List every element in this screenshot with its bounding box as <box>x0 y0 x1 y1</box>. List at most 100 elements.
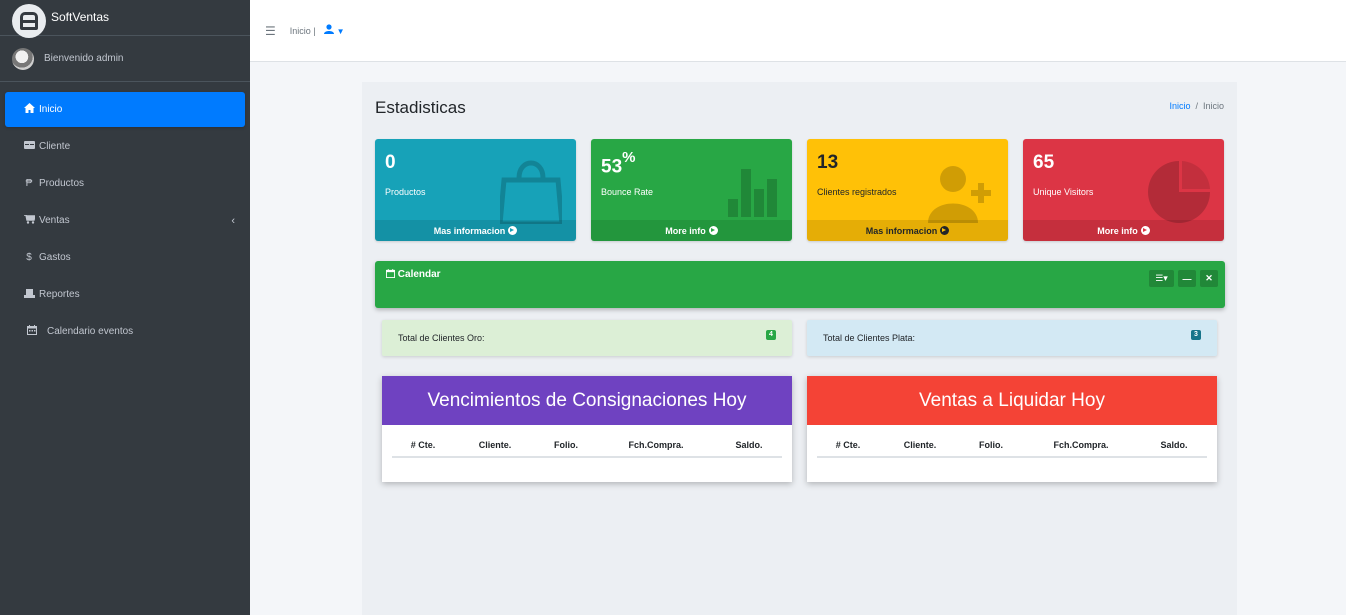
vencimientos-title: Vencimientos de Consignaciones Hoy <box>382 376 792 425</box>
stat-label: Bounce Rate <box>601 187 654 197</box>
close-icon: ✕ <box>1205 273 1213 283</box>
column-header: Cliente. <box>478 440 512 450</box>
top-navbar: ☰ Inicio | ▼ <box>250 0 1346 62</box>
column-header: Saldo. <box>1160 440 1188 450</box>
card-tools: ☰▾ — ✕ <box>1149 270 1218 287</box>
stat-value: 0 <box>385 152 396 173</box>
cart-icon <box>22 213 36 227</box>
clientes-plata-card: Total de Clientes Plata: 3 <box>807 320 1217 356</box>
column-header: Folio. <box>979 440 1003 450</box>
more-info-label: Mas informacion <box>433 225 506 236</box>
stat-label: Unique Visitors <box>1033 187 1094 197</box>
brand-logo-icon <box>12 3 46 38</box>
stat-value: 65 <box>1033 152 1055 173</box>
caret-down-icon: ▼ <box>336 27 345 36</box>
clientes-oro-label: Total de Clientes Oro: <box>398 333 485 343</box>
column-header: Saldo. <box>735 440 763 450</box>
bars-icon: ☰▾ <box>1155 273 1168 283</box>
id-card-icon <box>22 141 36 152</box>
sidebar-item-ventas[interactable]: Ventas ‹ <box>5 203 245 238</box>
brand-link[interactable]: SoftVentas <box>0 0 250 38</box>
more-info-link[interactable]: More info <box>1023 220 1224 241</box>
arrow-circle-right-icon <box>1140 226 1150 235</box>
stat-box-bounce-rate: 53% Bounce Rate More info <box>591 139 792 241</box>
more-info-label: More info <box>665 225 706 236</box>
sidebar-item-label: Reportes <box>39 289 80 300</box>
sidebar-item-label: Cliente <box>39 141 71 152</box>
dollar-icon: $ <box>26 252 32 263</box>
stat-box-visitors: 65 Unique Visitors More info <box>1023 139 1224 241</box>
sidebar-item-label: Inicio <box>39 104 63 115</box>
column-header: # Cte. <box>835 440 861 450</box>
brand-name: SoftVentas <box>51 9 110 24</box>
sidebar-item-reportes[interactable]: Reportes <box>5 277 245 312</box>
column-header: # Cte. <box>410 440 436 450</box>
chevron-left-icon[interactable]: ‹ <box>231 215 235 227</box>
calendar-card: Calendar ☰▾ — ✕ <box>375 261 1225 308</box>
calendar-title-text: Calendar <box>397 269 441 280</box>
collapse-button[interactable]: — <box>1178 270 1196 287</box>
sidebar-item-calendario[interactable]: Calendario eventos <box>5 314 245 349</box>
more-info-label: Mas informacion <box>865 225 938 236</box>
vencimientos-card: Vencimientos de Consignaciones Hoy # Cte… <box>382 376 792 482</box>
calendar-icon <box>25 325 39 338</box>
sidebar-item-label: Productos <box>39 178 85 189</box>
home-link[interactable]: Inicio | <box>290 26 316 36</box>
stat-number: 53 <box>601 156 623 178</box>
stat-value: 53% <box>601 149 636 178</box>
user-plus-icon <box>928 166 991 223</box>
column-header: Fch.Compra. <box>628 440 684 450</box>
calendar-icon <box>386 269 395 278</box>
menu-toggle-icon[interactable]: ☰ <box>265 24 276 38</box>
stat-box-productos: 0 Productos Mas informacion <box>375 139 576 241</box>
calendar-menu-button[interactable]: ☰▾ <box>1149 270 1174 287</box>
breadcrumb: Inicio / Inicio <box>1169 101 1224 111</box>
table-header: # Cte. Cliente. Folio. Fch.Compra. Saldo… <box>392 440 782 458</box>
user-icon <box>323 24 334 34</box>
table-header: # Cte. Cliente. Folio. Fch.Compra. Saldo… <box>817 440 1207 458</box>
column-header: Folio. <box>554 440 578 450</box>
arrow-circle-right-icon <box>508 226 518 235</box>
clientes-oro-card: Total de Clientes Oro: 4 <box>382 320 792 356</box>
remove-button[interactable]: ✕ <box>1200 270 1218 287</box>
user-panel[interactable]: Bienvenido admin <box>0 36 250 82</box>
shopping-bag-icon <box>500 160 562 224</box>
stat-box-clientes: 13 Clientes registrados Mas informacion <box>807 139 1008 241</box>
sidebar-nav: Inicio Cliente ₱ Productos Ventas ‹ $ Ga… <box>0 92 250 349</box>
page-title: Estadisticas <box>375 98 466 117</box>
breadcrumb-link[interactable]: Inicio <box>1169 101 1190 111</box>
sidebar-item-cliente[interactable]: Cliente <box>5 129 245 164</box>
sidebar-item-label: Calendario eventos <box>47 326 134 337</box>
stat-suffix: % <box>622 149 636 166</box>
sidebar-item-label: Gastos <box>39 252 71 263</box>
bar-chart-icon <box>728 169 777 217</box>
main-content: Estadisticas Inicio / Inicio 0 Productos M… <box>362 82 1237 615</box>
more-info-label: More info <box>1097 225 1138 236</box>
breadcrumb-separator: / <box>1195 101 1198 111</box>
more-info-link[interactable]: Mas informacion <box>807 220 1008 241</box>
peso-icon: ₱ <box>25 178 33 189</box>
sidebar: SoftVentas Bienvenido admin Inicio Clien… <box>0 0 250 615</box>
clientes-plata-label: Total de Clientes Plata: <box>823 333 916 343</box>
sidebar-item-gastos[interactable]: $ Gastos <box>5 240 245 275</box>
clientes-plata-badge: 3 <box>1191 330 1201 340</box>
pie-chart-icon <box>1148 161 1210 223</box>
user-dropdown[interactable]: ▼ <box>323 24 345 37</box>
avatar <box>12 47 34 70</box>
more-info-link[interactable]: More info <box>591 220 792 241</box>
ventas-title: Ventas a Liquidar Hoy <box>807 376 1217 425</box>
calendar-title: Calendar <box>386 269 441 280</box>
column-header: Cliente. <box>903 440 937 450</box>
stat-label: Productos <box>385 187 426 197</box>
sidebar-item-inicio[interactable]: Inicio <box>5 92 245 127</box>
sidebar-item-label: Ventas <box>39 215 70 226</box>
welcome-text: Bienvenido admin <box>44 53 124 64</box>
home-icon <box>22 103 36 116</box>
ventas-card: Ventas a Liquidar Hoy # Cte. Cliente. Fo… <box>807 376 1217 482</box>
column-header: Fch.Compra. <box>1053 440 1109 450</box>
more-info-link[interactable]: Mas informacion <box>375 220 576 241</box>
minus-icon: — <box>1182 273 1192 284</box>
breadcrumb-current: Inicio <box>1202 101 1224 111</box>
sidebar-item-productos[interactable]: ₱ Productos <box>5 166 245 201</box>
stat-label: Clientes registrados <box>817 187 897 197</box>
